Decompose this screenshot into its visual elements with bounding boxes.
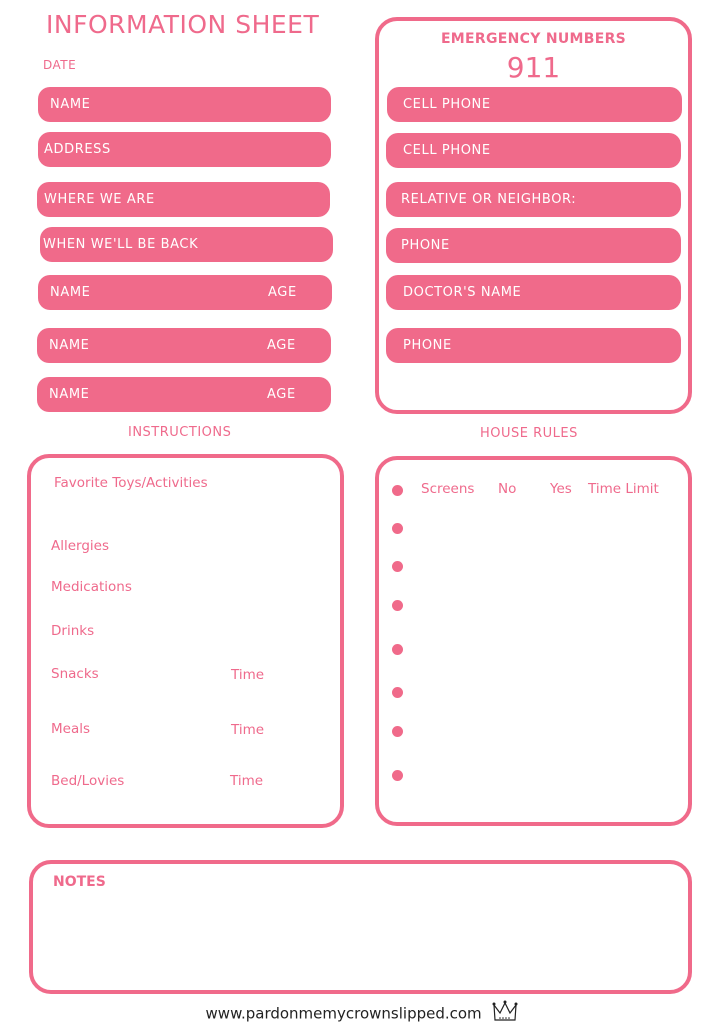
address-field[interactable]: ADDRESS (38, 132, 331, 167)
child-age-label: AGE (267, 338, 296, 353)
rule-bullet-icon (392, 485, 403, 496)
notes-label: NOTES (53, 874, 106, 890)
name-field[interactable]: NAME (38, 87, 331, 122)
page-title: INFORMATION SHEET (46, 10, 320, 39)
relative-neighbor-field[interactable]: RELATIVE OR NEIGHBOR: (386, 182, 681, 217)
instruction-bed-lovies: Bed/Lovies (51, 773, 125, 789)
relative-neighbor-label: RELATIVE OR NEIGHBOR: (401, 192, 577, 207)
doctor-name-field[interactable]: DOCTOR'S NAME (386, 275, 681, 310)
footer-url: www.pardonmemycrownslipped.com (205, 1004, 482, 1023)
child-age-label: AGE (268, 285, 297, 300)
rule-bullet-icon (392, 644, 403, 655)
relative-phone-field[interactable]: PHONE (386, 228, 681, 263)
when-back-label: WHEN WE'LL BE BACK (43, 237, 199, 252)
instruction-snacks: Snacks (51, 666, 99, 682)
instruction-medications: Medications (51, 579, 132, 595)
notes-panel[interactable]: NOTES (29, 860, 692, 994)
house-rules-heading: HOUSE RULES (480, 426, 578, 441)
doctor-phone-label: PHONE (403, 338, 452, 353)
instructions-panel (27, 454, 344, 828)
rule-no-option[interactable]: No (498, 481, 516, 497)
date-label: DATE (43, 58, 77, 72)
rule-bullet-icon (392, 770, 403, 781)
snacks-time-label: Time (231, 667, 265, 683)
instruction-favorite-toys: Favorite Toys/Activities (54, 475, 208, 491)
child-field-2[interactable]: NAME AGE (37, 328, 331, 363)
cell-phone-label: CELL PHONE (403, 97, 491, 112)
child-name-label: NAME (49, 387, 90, 402)
address-label: ADDRESS (44, 142, 111, 157)
when-back-field[interactable]: WHEN WE'LL BE BACK (40, 227, 333, 262)
rule-bullet-icon (392, 523, 403, 534)
cell-phone-label: CELL PHONE (403, 143, 491, 158)
child-name-label: NAME (49, 338, 90, 353)
meals-time-label: Time (231, 722, 265, 738)
emergency-number: 911 (506, 51, 561, 84)
cell-phone-field-2[interactable]: CELL PHONE (386, 133, 681, 168)
rule-bullet-icon (392, 600, 403, 611)
house-rules-panel (375, 456, 692, 826)
where-we-are-label: WHERE WE ARE (44, 192, 155, 207)
relative-phone-label: PHONE (401, 238, 450, 253)
doctor-phone-field[interactable]: PHONE (386, 328, 681, 363)
rule-screens-label: Screens (421, 481, 475, 497)
child-field-1[interactable]: NAME AGE (38, 275, 332, 310)
instruction-meals: Meals (51, 721, 91, 737)
cell-phone-field-1[interactable]: CELL PHONE (387, 87, 682, 122)
child-name-label: NAME (50, 285, 91, 300)
instructions-heading: INSTRUCTIONS (128, 425, 232, 440)
child-field-3[interactable]: NAME AGE (37, 377, 331, 412)
where-we-are-field[interactable]: WHERE WE ARE (37, 182, 330, 217)
doctor-name-label: DOCTOR'S NAME (403, 285, 522, 300)
instruction-allergies: Allergies (51, 538, 110, 554)
child-age-label: AGE (267, 387, 296, 402)
bed-time-label: Time (230, 773, 264, 789)
name-label: NAME (50, 97, 91, 112)
emergency-title: EMERGENCY NUMBERS (440, 31, 627, 47)
rule-bullet-icon (392, 561, 403, 572)
rule-time-limit-label: Time Limit (588, 481, 659, 497)
instruction-drinks: Drinks (51, 623, 95, 639)
rule-bullet-icon (392, 726, 403, 737)
rule-yes-option[interactable]: Yes (550, 481, 572, 497)
rule-bullet-icon (392, 687, 403, 698)
